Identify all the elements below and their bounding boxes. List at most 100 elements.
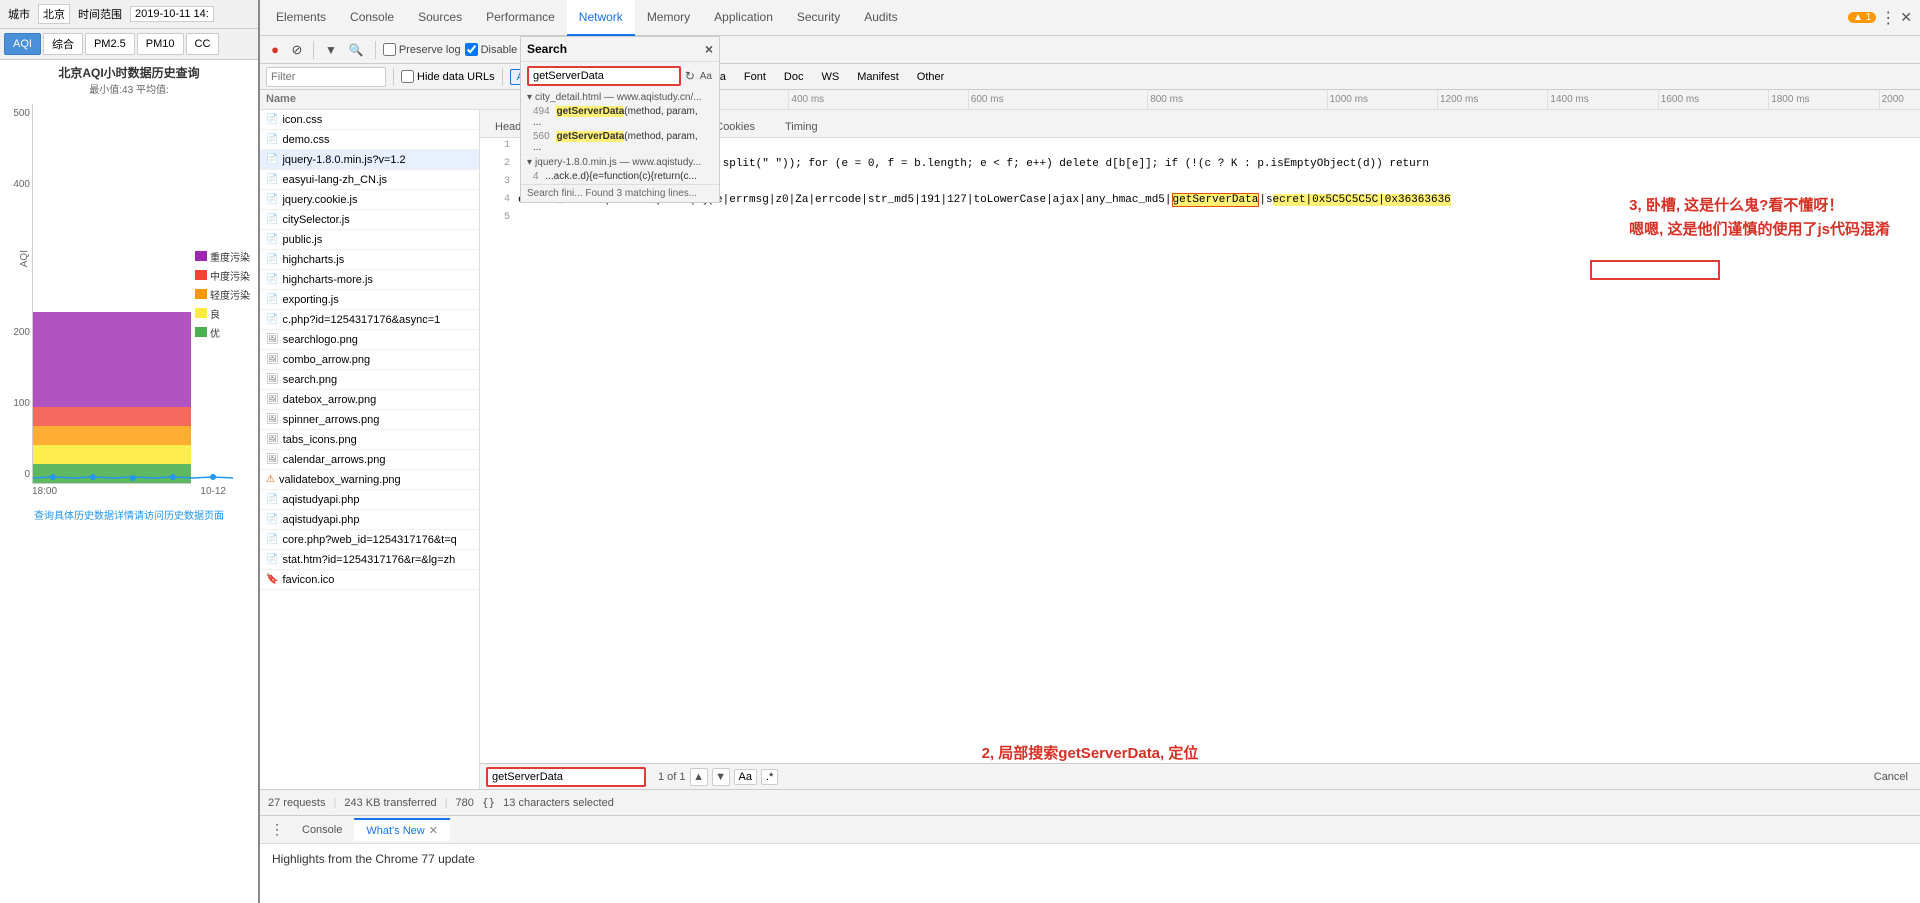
search-panel-close-btn[interactable]: × xyxy=(705,41,713,57)
file-core-php[interactable]: 📄 core.php?web_id=1254317176&t=q xyxy=(260,530,479,550)
hide-data-urls-text: Hide data URLs xyxy=(417,71,495,83)
stop-btn[interactable]: ⊘ xyxy=(288,41,306,59)
file-jquery-cookie[interactable]: 📄 jquery.cookie.js xyxy=(260,190,479,210)
bottom-tab-whats-new[interactable]: What's New ✕ xyxy=(354,818,450,841)
js-icon-2: 📄 xyxy=(266,174,278,185)
file-name-5: citySelector.js xyxy=(282,214,349,226)
result-item-4[interactable]: 4 ...ack.e.d){e=function(c){return(c... xyxy=(521,170,719,184)
file-name-8: highcharts-more.js xyxy=(282,274,372,286)
nav-tab-aqi[interactable]: AQI xyxy=(4,33,41,55)
tab-elements[interactable]: Elements xyxy=(264,0,338,36)
nav-tab-pm25[interactable]: PM2.5 xyxy=(85,33,135,55)
level-excellent: 优 xyxy=(210,325,220,340)
response-content: 1 2 :(b), b in d ? b = [b] : b = b.split… xyxy=(480,138,1920,763)
result-item-494[interactable]: 494 getServerData(method, param, ... xyxy=(521,105,719,130)
search-case-btn[interactable]: Aa xyxy=(699,67,713,85)
tab-application[interactable]: Application xyxy=(702,0,785,36)
file-demo-css[interactable]: 📄 demo.css xyxy=(260,130,479,150)
chart-subtitle: 最小值:43 平均值: xyxy=(8,81,250,96)
file-name-19: aqistudyapi.php xyxy=(282,494,359,506)
cancel-search-btn[interactable]: Cancel xyxy=(1868,771,1914,783)
response-search-input[interactable] xyxy=(486,767,646,787)
network-file-list: 📄 icon.css 📄 demo.css 📄 jquery-1.8.0.min… xyxy=(260,110,480,789)
file-searchlogo[interactable]: 🖼 searchlogo.png xyxy=(260,330,479,350)
result-file-city-detail[interactable]: ▾ city_detail.html — www.aqistudy.cn/... xyxy=(521,90,719,105)
tab-timing[interactable]: Timing xyxy=(770,116,833,137)
record-btn[interactable]: ● xyxy=(266,41,284,59)
file-spinner-arrows[interactable]: 🖼 spinner_arrows.png xyxy=(260,410,479,430)
tab-network[interactable]: Network xyxy=(567,0,635,36)
search-input-row: ↻ Aa xyxy=(521,62,719,90)
file-search-png[interactable]: 🖼 search.png xyxy=(260,370,479,390)
prev-match-btn[interactable]: ▲ xyxy=(690,768,708,786)
tab-sources[interactable]: Sources xyxy=(406,0,474,36)
file-calendar-arrows[interactable]: 🖼 calendar_arrows.png xyxy=(260,450,479,470)
hide-data-urls-label[interactable]: Hide data URLs xyxy=(401,70,495,83)
y-0: 0 xyxy=(24,469,30,480)
file-name-16: tabs_icons.png xyxy=(283,434,357,446)
bottom-tab-console[interactable]: Console xyxy=(290,820,354,840)
file-tabs-icons[interactable]: 🖼 tabs_icons.png xyxy=(260,430,479,450)
result-file-jquery[interactable]: ▾ jquery-1.8.0.min.js — www.aqistudy... xyxy=(521,155,719,170)
tab-audits[interactable]: Audits xyxy=(852,0,909,36)
file-exporting[interactable]: 📄 exporting.js xyxy=(260,290,479,310)
filter-other[interactable]: Other xyxy=(910,69,952,85)
file-city-selector[interactable]: 📄 citySelector.js xyxy=(260,210,479,230)
file-combo-arrow[interactable]: 🖼 combo_arrow.png xyxy=(260,350,479,370)
file-highcharts[interactable]: 📄 highcharts.js xyxy=(260,250,479,270)
whats-new-text: Highlights from the Chrome 77 update xyxy=(272,852,1908,866)
filter-input[interactable] xyxy=(266,67,386,87)
tab-memory[interactable]: Memory xyxy=(635,0,702,36)
file-c-php[interactable]: 📄 c.php?id=1254317176&async=1 xyxy=(260,310,479,330)
menu-icon[interactable]: ⋮ xyxy=(264,821,290,838)
nav-tab-pm10[interactable]: PM10 xyxy=(137,33,184,55)
file-aqistudyapi-2[interactable]: 📄 aqistudyapi.php xyxy=(260,510,479,530)
filter-icon[interactable]: ▼ xyxy=(321,41,341,59)
whats-new-tab-label: What's New xyxy=(366,825,424,837)
file-name-20: aqistudyapi.php xyxy=(282,514,359,526)
close-devtools-icon[interactable]: ✕ xyxy=(1900,9,1912,26)
match-case-btn[interactable]: Aa xyxy=(734,769,757,785)
ico-icon: 🔖 xyxy=(266,574,278,585)
file-datebox-arrow[interactable]: 🖼 datebox_arrow.png xyxy=(260,390,479,410)
search-icon[interactable]: 🔍 xyxy=(345,41,368,59)
search-refresh-btn[interactable]: ↻ xyxy=(683,67,697,85)
file-name-10: c.php?id=1254317176&async=1 xyxy=(282,314,440,326)
filter-manifest[interactable]: Manifest xyxy=(850,69,906,85)
img-icon: 🖼 xyxy=(266,334,279,345)
file-stat-htm[interactable]: 📄 stat.htm?id=1254317176&r=&lg=zh xyxy=(260,550,479,570)
filter-doc[interactable]: Doc xyxy=(777,69,811,85)
file-jquery-min[interactable]: 📄 jquery-1.8.0.min.js?v=1.2 xyxy=(260,150,479,170)
file-aqistudyapi-1[interactable]: 📄 aqistudyapi.php xyxy=(260,490,479,510)
filter-ws[interactable]: WS xyxy=(814,69,846,85)
regex-btn[interactable]: .* xyxy=(761,769,778,785)
tab-security[interactable]: Security xyxy=(785,0,852,36)
search-panel-title: Search xyxy=(527,42,567,56)
tab-console[interactable]: Console xyxy=(338,0,406,36)
next-match-btn[interactable]: ▼ xyxy=(712,768,730,786)
file-public-js[interactable]: 📄 public.js xyxy=(260,230,479,250)
nav-tab-general[interactable]: 综合 xyxy=(43,33,83,55)
file-icon-css[interactable]: 📄 icon.css xyxy=(260,110,479,130)
nav-tab-cc[interactable]: CC xyxy=(186,33,220,55)
js-icon-4: 📄 xyxy=(266,214,278,225)
file-highcharts-more[interactable]: 📄 highcharts-more.js xyxy=(260,270,479,290)
result-text-1: getServerData(method, param, ... xyxy=(533,131,698,153)
search-panel-input[interactable] xyxy=(527,66,681,86)
file-easyui-lang[interactable]: 📄 easyui-lang-zh_CN.js xyxy=(260,170,479,190)
filter-font[interactable]: Font xyxy=(737,69,773,85)
tab-performance[interactable]: Performance xyxy=(474,0,567,36)
search-count: 1 of 1 xyxy=(658,771,686,783)
disable-cache-input[interactable] xyxy=(465,43,478,56)
whats-new-close-btn[interactable]: ✕ xyxy=(429,824,438,837)
file-validatebox[interactable]: ⚠ validatebox_warning.png xyxy=(260,470,479,490)
footer-text[interactable]: 查询具体历史数据详情请访问历史数据页面 xyxy=(34,511,224,522)
more-icon[interactable]: ⋮ xyxy=(1880,8,1896,28)
file-name-21: core.php?web_id=1254317176&t=q xyxy=(282,534,456,546)
preserve-log-input[interactable] xyxy=(383,43,396,56)
hide-data-urls-input[interactable] xyxy=(401,70,414,83)
file-name-13: search.png xyxy=(283,374,337,386)
result-item-560[interactable]: 560 getServerData(method, param, ... xyxy=(521,130,719,155)
file-favicon[interactable]: 🔖 favicon.ico xyxy=(260,570,479,590)
preserve-log-checkbox[interactable]: Preserve log xyxy=(383,43,461,56)
